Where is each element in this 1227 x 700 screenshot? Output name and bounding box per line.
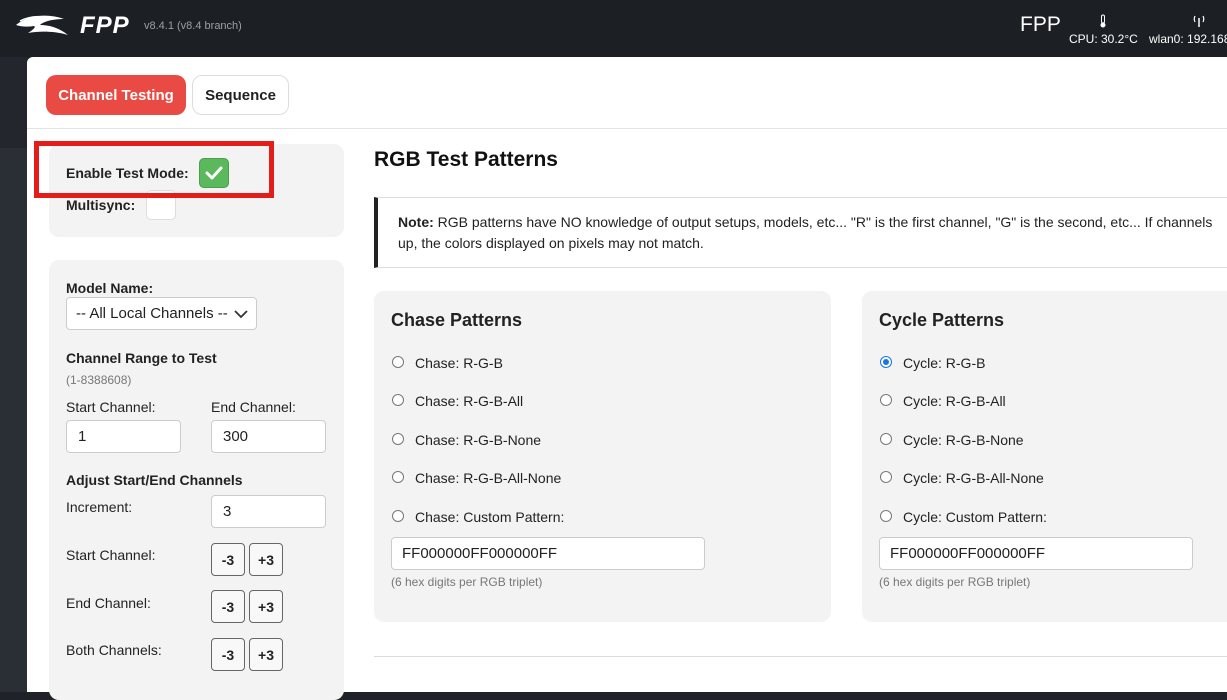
section-divider [374,656,1227,657]
chase-rgb-none-radio[interactable] [392,433,404,445]
start-plus-button[interactable]: +3 [249,543,283,576]
cycle-rgb-radio[interactable] [880,356,892,368]
tab-channel-testing[interactable]: Channel Testing [46,75,186,115]
wlan-address: wlan0: 192.168 [1149,32,1227,46]
cycle-hint: (6 hex digits per RGB triplet) [879,575,1031,589]
chevron-down-icon [234,310,248,319]
channel-range-card: Model Name: -- All Local Channels -- Cha… [49,260,344,700]
chase-custom-input[interactable]: FF000000FF000000FF [391,537,705,570]
chase-rgb-all-label: Chase: R-G-B-All [415,393,524,409]
end-channel-input[interactable]: 300 [211,420,326,453]
chase-custom-label: Chase: Custom Pattern: [415,509,565,525]
cycle-rgb-all-none-radio[interactable] [880,471,892,483]
end-channel-label: End Channel: [211,399,296,415]
cycle-custom-input[interactable]: FF000000FF000000FF [879,537,1193,570]
note-text-line1: RGB patterns have NO knowledge of output… [433,214,1213,230]
chase-rgb-radio[interactable] [392,356,404,368]
model-name-select[interactable]: -- All Local Channels -- [66,297,257,330]
chase-rgb-all-radio[interactable] [392,394,404,406]
chase-rgb-all-none-radio[interactable] [392,471,404,483]
increment-input[interactable]: 3 [211,495,326,528]
channel-range-title: Channel Range to Test [66,350,217,366]
version-label: v8.4.1 (v8.4 branch) [144,20,242,32]
thermometer-icon [1100,14,1106,28]
main-panel: Channel Testing Sequence Enable Test Mod… [27,57,1227,700]
adjust-both-label: Both Channels: [66,642,162,658]
chase-rgb-all-none-label: Chase: R-G-B-All-None [415,470,562,486]
end-minus-button[interactable]: -3 [211,590,245,623]
left-strip [0,57,27,692]
start-channel-input[interactable]: 1 [66,420,181,453]
cycle-rgb-none-radio[interactable] [880,433,892,445]
cycle-custom-radio[interactable] [880,510,892,522]
top-bar: FPP v8.4.1 (v8.4 branch) FPP CPU: 30.2°C… [0,0,1227,57]
end-plus-button[interactable]: +3 [249,590,283,623]
chase-title: Chase Patterns [391,310,523,330]
both-plus-button[interactable]: +3 [249,638,283,671]
rgb-note: Note: RGB patterns have NO knowledge of … [374,197,1227,268]
cycle-rgb-all-label: Cycle: R-G-B-All [903,393,1006,409]
chase-rgb-label: Chase: R-G-B [415,355,503,371]
brand-name: FPP [80,12,130,39]
tab-sequence[interactable]: Sequence [192,75,289,115]
start-channel-label: Start Channel: [66,399,156,415]
adjust-channels-title: Adjust Start/End Channels [66,472,243,488]
both-minus-button[interactable]: -3 [211,638,245,671]
chase-custom-radio[interactable] [392,510,404,522]
fpp-logo-icon[interactable] [14,13,70,39]
cycle-rgb-all-none-label: Cycle: R-G-B-All-None [903,470,1044,486]
adjust-end-label: End Channel: [66,595,151,611]
cpu-temperature: CPU: 30.2°C [1069,32,1138,46]
model-name-label: Model Name: [66,280,154,296]
cycle-custom-label: Cycle: Custom Pattern: [903,509,1047,525]
tab-bar: Channel Testing Sequence [27,57,1227,129]
chase-hint: (6 hex digits per RGB triplet) [391,575,543,589]
channel-range-hint: (1-8388608) [66,373,132,387]
cycle-rgb-none-label: Cycle: R-G-B-None [903,432,1024,448]
cycle-title: Cycle Patterns [879,310,1005,330]
start-minus-button[interactable]: -3 [211,543,245,576]
cycle-patterns-card: Cycle Patterns Cycle: R-G-B Cycle: R-G-B… [862,291,1227,622]
chase-rgb-none-label: Chase: R-G-B-None [415,432,542,448]
cycle-rgb-all-radio[interactable] [880,394,892,406]
chase-patterns-card: Chase Patterns Chase: R-G-B Chase: R-G-B… [374,291,831,622]
cycle-rgb-label: Cycle: R-G-B [903,355,986,371]
note-text-line2: up, the colors displayed on pixels may n… [398,235,704,251]
model-name-value: -- All Local Channels -- [76,305,228,322]
adjust-start-label: Start Channel: [66,547,156,563]
host-name: FPP [1020,13,1061,36]
multisync-label: Multisync: [66,197,136,213]
rgb-section-title: RGB Test Patterns [374,148,558,171]
note-label: Note: [398,214,434,230]
highlight-box [34,141,274,198]
increment-label: Increment: [66,499,133,515]
antenna-icon [1193,15,1205,27]
